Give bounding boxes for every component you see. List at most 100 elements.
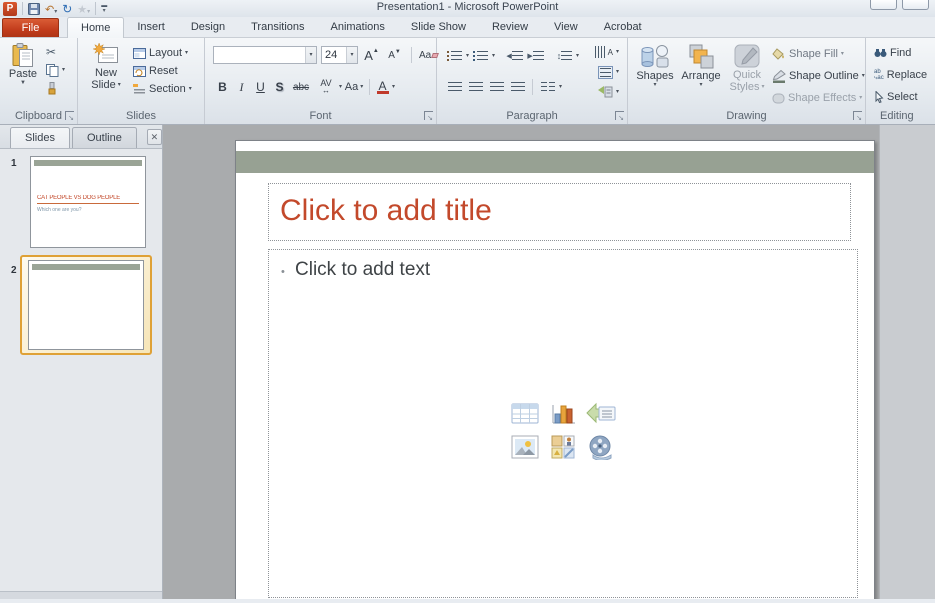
format-painter-button[interactable] — [46, 80, 58, 96]
font-size-combobox[interactable]: 24 ▾ — [321, 46, 358, 64]
tab-transitions[interactable]: Transitions — [238, 18, 317, 37]
new-slide-icon — [93, 43, 119, 67]
section-button[interactable]: Section▾ — [133, 81, 192, 97]
tab-design[interactable]: Design — [178, 18, 238, 37]
align-right-button[interactable] — [487, 78, 506, 96]
shape-effects-button[interactable]: Shape Effects▾ — [772, 90, 862, 106]
tab-insert[interactable]: Insert — [124, 18, 178, 37]
convert-smartart-button[interactable]: ▾ — [598, 84, 619, 100]
change-case-button[interactable]: Aa▾ — [342, 78, 366, 96]
strikethrough-button[interactable]: abc — [289, 82, 313, 93]
replace-icon: ab⤷ac — [874, 69, 884, 81]
shapes-label: Shapes — [636, 70, 673, 82]
insert-picture-icon[interactable] — [508, 431, 542, 463]
paste-button[interactable]: Paste ▼ — [5, 43, 41, 86]
quick-styles-button[interactable]: Quick Styles▾ — [726, 43, 768, 93]
content-placeholder-text: Click to add text — [295, 259, 430, 281]
shape-outline-icon — [772, 70, 786, 83]
drawing-dialog-launcher[interactable] — [853, 111, 862, 120]
cut-button[interactable]: ✂ — [46, 44, 56, 60]
arrange-button[interactable]: Arrange ▾ — [678, 43, 724, 88]
title-placeholder[interactable]: Click to add title — [268, 183, 851, 241]
columns-button[interactable] — [538, 78, 557, 96]
slide-2-theme-band — [32, 264, 140, 270]
quick-styles-icon — [733, 43, 761, 69]
clear-formatting-button[interactable]: Aa — [419, 46, 438, 64]
paragraph-dialog-launcher[interactable] — [615, 111, 624, 120]
font-color-button[interactable]: A — [373, 78, 392, 96]
group-font: ▾ 24 ▾ A▲ A▼ Aa B I U S abc AV↔ ▾ Aa▾ — [205, 38, 437, 124]
line-spacing-button[interactable]: ↕ — [555, 47, 574, 65]
font-size-dropdown-icon[interactable]: ▾ — [346, 47, 357, 63]
shape-fill-button[interactable]: Shape Fill▾ — [772, 46, 844, 62]
tab-review[interactable]: Review — [479, 18, 541, 37]
slide-theme-band — [236, 151, 874, 173]
find-button[interactable]: Find — [874, 45, 911, 61]
justify-button[interactable] — [508, 78, 527, 96]
group-drawing: Shapes ▾ Arrange ▾ Quick Styles▾ — [628, 38, 866, 124]
insert-smartart-icon[interactable] — [584, 397, 618, 429]
arrange-icon — [688, 43, 715, 70]
group-editing: Find ab⤷ac Replace Select Editing — [866, 38, 935, 124]
select-button[interactable]: Select — [874, 89, 918, 105]
tab-slides-thumbnails[interactable]: Slides — [10, 127, 70, 148]
replace-button[interactable]: ab⤷ac Replace — [874, 67, 927, 83]
slide-1-thumbnail[interactable]: CAT PEOPLE VS DOG PEOPLE Which one are y… — [30, 156, 146, 248]
section-label: Section — [149, 83, 186, 95]
shrink-font-button[interactable]: A▼ — [385, 46, 404, 64]
align-center-button[interactable] — [466, 78, 485, 96]
decrease-indent-button[interactable]: ◀ — [505, 47, 524, 65]
group-label-slides: Slides — [78, 110, 204, 122]
layout-button[interactable]: Layout▾ — [133, 45, 188, 61]
section-icon — [133, 84, 146, 95]
increase-indent-button[interactable]: ▶ — [526, 47, 545, 65]
tab-slide-show[interactable]: Slide Show — [398, 18, 479, 37]
bold-button[interactable]: B — [213, 80, 232, 94]
font-name-combobox[interactable]: ▾ — [213, 46, 317, 64]
align-text-button[interactable]: ▾ — [598, 64, 619, 80]
format-painter-icon — [46, 82, 58, 95]
text-direction-button[interactable]: A▾ — [595, 44, 619, 60]
slide-2-thumbnail[interactable] — [28, 260, 144, 350]
text-shadow-button[interactable]: S — [270, 80, 289, 94]
window-controls — [870, 0, 929, 10]
italic-button[interactable]: I — [232, 80, 251, 95]
slide-canvas[interactable]: Click to add title • Click to add text — [235, 140, 875, 599]
copy-button[interactable]: ▾ — [46, 62, 65, 78]
slide-1-subtitle-text: Which one are you? — [37, 207, 81, 213]
bullets-button[interactable] — [445, 47, 464, 65]
insert-chart-icon[interactable] — [546, 397, 580, 429]
title-placeholder-text: Click to add title — [280, 194, 492, 228]
reset-button[interactable]: Reset — [133, 63, 178, 79]
group-label-paragraph: Paragraph — [437, 110, 627, 122]
text-direction-icon — [595, 46, 605, 58]
panel-close-button[interactable]: ✕ — [147, 129, 162, 145]
underline-button[interactable]: U — [251, 80, 270, 94]
clipboard-dialog-launcher[interactable] — [65, 111, 74, 120]
tab-acrobat[interactable]: Acrobat — [591, 18, 655, 37]
minimize-button[interactable] — [870, 0, 897, 10]
insert-table-icon[interactable] — [508, 397, 542, 429]
tab-file[interactable]: File — [2, 18, 59, 37]
new-slide-button[interactable]: New Slide▾ — [86, 43, 126, 91]
tab-home[interactable]: Home — [67, 17, 124, 38]
insert-clipart-icon[interactable] — [546, 431, 580, 463]
paste-label: Paste — [9, 68, 37, 80]
tab-view[interactable]: View — [541, 18, 591, 37]
font-name-dropdown-icon[interactable]: ▾ — [305, 47, 316, 63]
character-spacing-button[interactable]: AV↔ — [313, 78, 339, 96]
numbering-button[interactable] — [471, 47, 490, 65]
font-dialog-launcher[interactable] — [424, 111, 433, 120]
smartart-convert-icon — [598, 86, 613, 99]
content-placeholder[interactable]: • Click to add text — [268, 249, 858, 598]
shapes-button[interactable]: Shapes ▾ — [634, 43, 676, 88]
align-left-button[interactable] — [445, 78, 464, 96]
slide-workspace: Click to add title • Click to add text — [163, 125, 935, 599]
vertical-scroll-area[interactable] — [879, 125, 935, 599]
shape-outline-button[interactable]: Shape Outline▾ — [772, 68, 865, 84]
grow-font-button[interactable]: A▲ — [362, 46, 381, 64]
tab-outline[interactable]: Outline — [72, 127, 137, 148]
maximize-button[interactable] — [902, 0, 929, 10]
tab-animations[interactable]: Animations — [318, 18, 398, 37]
insert-media-icon[interactable] — [584, 431, 618, 463]
